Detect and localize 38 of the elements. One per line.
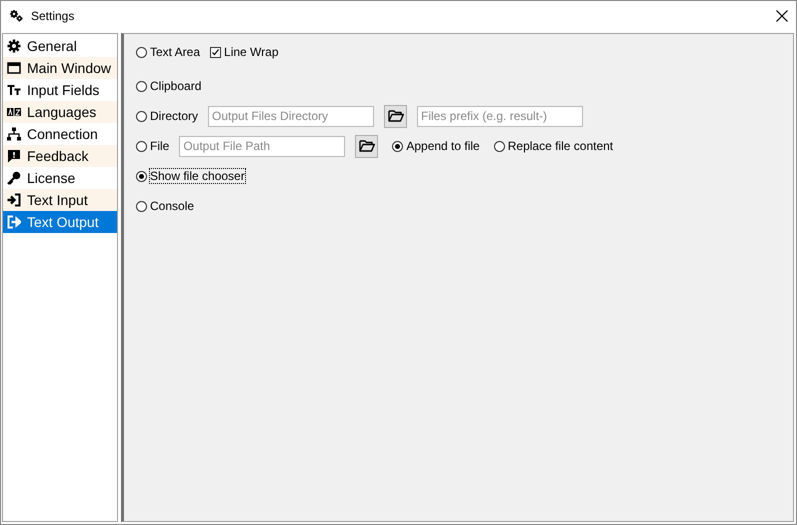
sidebar-item[interactable]: General	[3, 35, 117, 57]
browse-button[interactable]	[355, 134, 378, 158]
input-field[interactable]: Output Files Directory	[208, 106, 374, 126]
radio-button[interactable]: Directory	[136, 109, 198, 123]
browse-button[interactable]	[384, 104, 408, 128]
input-field[interactable]: Output File Path	[179, 136, 346, 156]
radio-button[interactable]: Replace file content	[494, 139, 614, 153]
sidebar-item[interactable]: Connection	[3, 123, 117, 145]
radio-button[interactable]: Text Area	[136, 45, 200, 59]
radio-button[interactable]: File	[136, 139, 170, 153]
sidebar-item[interactable]: License	[3, 167, 117, 189]
sidebar-item[interactable]: Text Output	[3, 211, 117, 233]
close-icon[interactable]	[776, 10, 788, 22]
sidebar-item[interactable]: Feedback	[3, 145, 117, 167]
nav-icon	[7, 39, 21, 53]
check-icon	[211, 48, 220, 56]
nav-icon	[7, 61, 21, 75]
nav-icon	[7, 193, 21, 207]
nav-icon	[7, 215, 21, 229]
nav-icon	[7, 83, 21, 97]
checkbox[interactable]: Line Wrap	[210, 45, 279, 59]
radio-button[interactable]: Show file chooser	[136, 169, 245, 183]
nav-icon	[7, 127, 21, 141]
nav-icon	[7, 171, 21, 185]
gears-icon	[10, 10, 23, 22]
radio-button[interactable]: Clipboard	[136, 79, 202, 93]
sidebar-item[interactable]: Main Window	[3, 57, 117, 79]
radio-button[interactable]: Console	[136, 199, 194, 213]
sidebar-item[interactable]: Input Fields	[3, 79, 117, 101]
nav-icon	[7, 149, 21, 163]
sidebar-item[interactable]: Languages	[3, 101, 117, 123]
folder-icon	[358, 140, 375, 152]
input-field[interactable]: Files prefix (e.g. result-)	[417, 106, 584, 126]
radio-button[interactable]: Append to file	[392, 139, 480, 153]
sidebar-item[interactable]: Text Input	[3, 189, 117, 211]
folder-icon	[388, 110, 404, 122]
window-title: Settings	[31, 9, 76, 23]
nav-icon	[7, 105, 21, 119]
